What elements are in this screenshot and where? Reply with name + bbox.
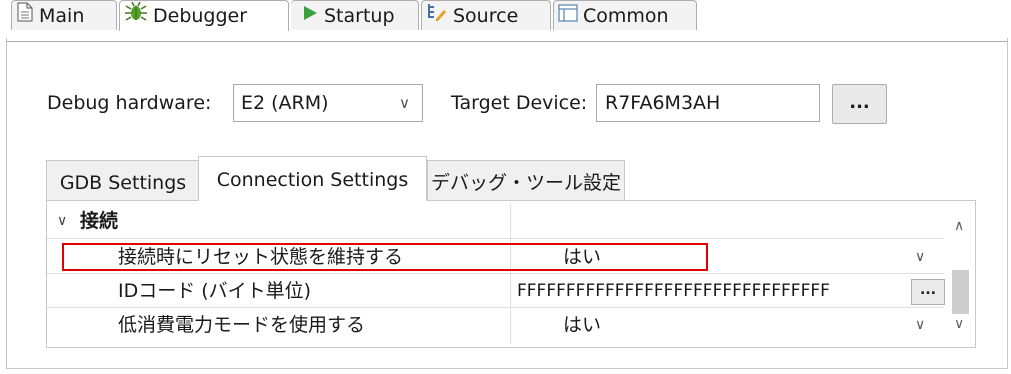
tab-source[interactable]: Source [421, 0, 551, 30]
expand-chevron-icon[interactable]: ∨ [57, 206, 67, 236]
group-label: 接続 [80, 210, 119, 232]
tab-gdb-settings[interactable]: GDB Settings [46, 160, 200, 200]
highlight-box [62, 243, 708, 271]
tree-group-connection[interactable]: ∨ 接続 [47, 206, 944, 236]
browse-device-button[interactable]: ... [832, 84, 887, 124]
tab-debugger[interactable]: Debugger [119, 0, 289, 31]
table-row[interactable]: IDコード (バイト単位) FFFFFFFFFFFFFFFFFFFFFFFFFF… [47, 276, 945, 306]
tab-debugger-label: Debugger [153, 5, 248, 27]
tab-startup-label: Startup [324, 4, 395, 27]
scroll-down-icon[interactable]: ∨ [954, 316, 964, 332]
document-icon [16, 2, 34, 30]
vertical-scrollbar[interactable]: ∧ ∨ [946, 204, 974, 344]
target-device-field[interactable]: R7FA6M3AH [596, 84, 820, 122]
bug-icon [124, 1, 148, 31]
row-divider [47, 238, 944, 239]
edit-id-code-button[interactable]: ... [911, 279, 945, 305]
chevron-down-icon: ∨ [399, 94, 410, 112]
row-divider [47, 307, 944, 308]
tab-debug-tool-settings[interactable]: デバッグ・ツール設定 [427, 160, 625, 200]
property-name: 低消費電力モードを使用する [118, 314, 366, 336]
source-icon [426, 2, 448, 30]
common-icon [558, 2, 578, 30]
property-name: IDコード (バイト単位) [118, 280, 312, 302]
scroll-up-icon[interactable]: ∧ [954, 218, 964, 234]
tab-main[interactable]: Main [11, 0, 117, 30]
tab-common[interactable]: Common [553, 0, 697, 30]
target-device-label: Target Device: [451, 92, 588, 114]
chevron-down-icon[interactable]: ∨ [915, 310, 925, 340]
tab-underline [6, 41, 1007, 42]
tab-common-label: Common [583, 4, 669, 27]
scrollbar-thumb[interactable] [952, 270, 969, 314]
debug-hardware-label: Debug hardware: [47, 92, 212, 114]
play-icon [301, 2, 319, 30]
chevron-down-icon[interactable]: ∨ [915, 242, 925, 272]
target-device-value: R7FA6M3AH [605, 92, 721, 114]
table-row[interactable]: 低消費電力モードを使用する はい ∨ [47, 310, 944, 340]
debug-hardware-value: E2 (ARM) [241, 92, 329, 114]
tab-source-label: Source [453, 4, 519, 27]
row-divider [47, 273, 944, 274]
tab-connection-settings[interactable]: Connection Settings [198, 156, 427, 201]
property-value[interactable]: はい [563, 310, 601, 340]
tab-main-label: Main [39, 4, 85, 27]
debug-hardware-select[interactable]: E2 (ARM) ∨ [233, 84, 423, 122]
property-value[interactable]: FFFFFFFFFFFFFFFFFFFFFFFFFFFFFFFF [517, 276, 830, 306]
tab-startup[interactable]: Startup [291, 0, 419, 30]
